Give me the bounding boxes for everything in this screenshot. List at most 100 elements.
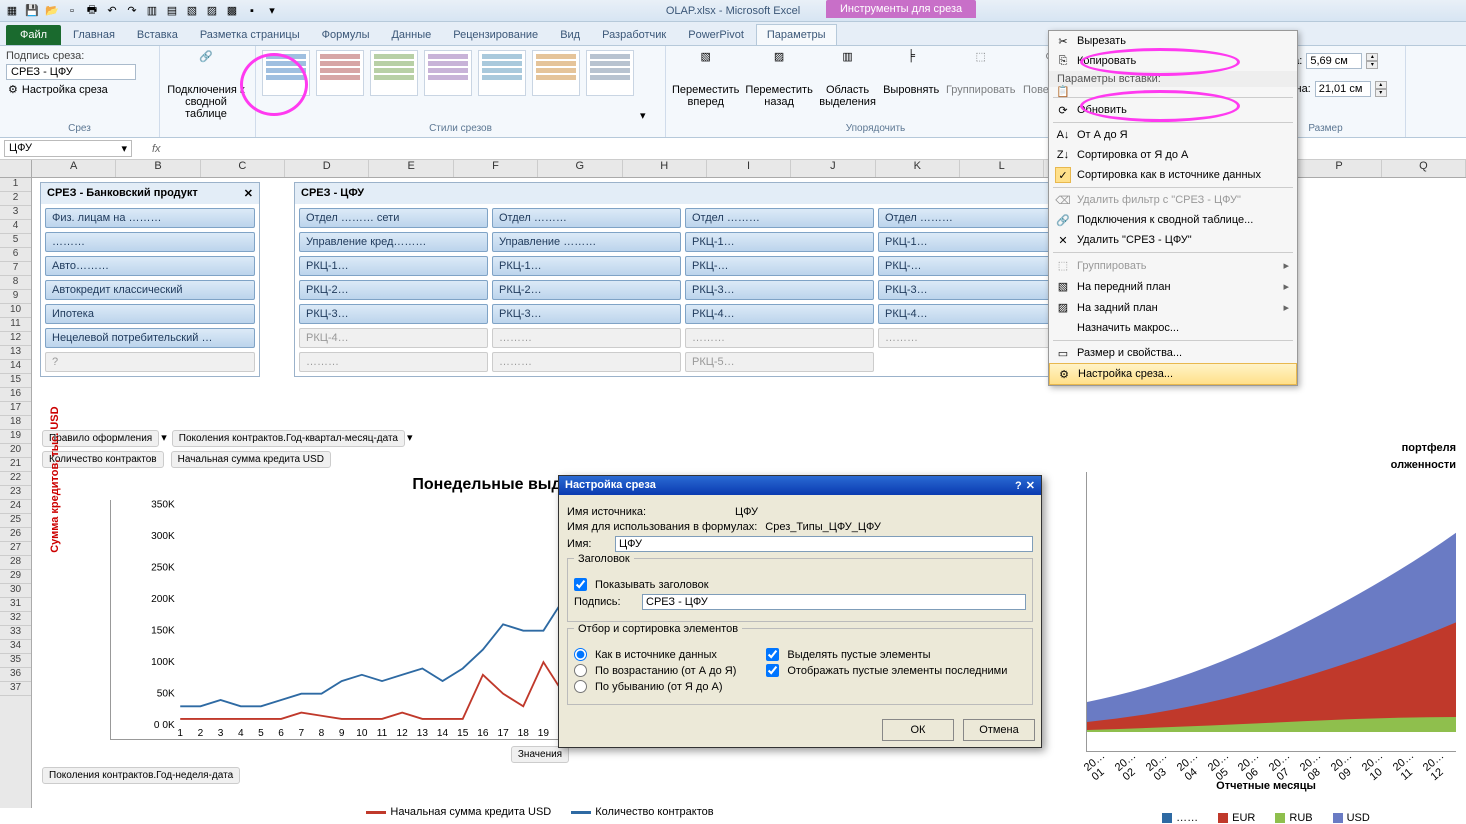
redo-icon[interactable]: ↷	[124, 3, 140, 19]
row-header[interactable]: 11	[0, 318, 31, 332]
spinner[interactable]: ▴▾	[1366, 53, 1378, 69]
sort-asc-radio[interactable]	[574, 664, 587, 677]
area-chart[interactable]: портфеля олженности 20…0120…0220…0320…04…	[1076, 438, 1456, 824]
slicer-item[interactable]: РКЦ-3…	[492, 304, 681, 324]
slicer-item[interactable]: РКЦ-2…	[299, 280, 488, 300]
open-icon[interactable]: 📂	[44, 3, 60, 19]
row-header[interactable]: 25	[0, 514, 31, 528]
tab-view[interactable]: Вид	[550, 25, 590, 45]
slicer-item[interactable]: ?	[45, 352, 255, 372]
row-header[interactable]: 10	[0, 304, 31, 318]
slicer-item[interactable]: Авто………	[45, 256, 255, 276]
slicer-item[interactable]: РКЦ-4…	[878, 304, 1067, 324]
qat-icon[interactable]: ▨	[204, 3, 220, 19]
slicer-item[interactable]: РКЦ-3…	[878, 280, 1067, 300]
slicer-item[interactable]: РКЦ-…	[685, 256, 874, 276]
row-header[interactable]: 18	[0, 416, 31, 430]
ctx-connections[interactable]: 🔗Подключения к сводной таблице...	[1049, 210, 1297, 230]
tab-developer[interactable]: Разработчик	[592, 25, 676, 45]
tab-formulas[interactable]: Формулы	[312, 25, 380, 45]
pivot-pill[interactable]: Поколения контрактов.Год-квартал-месяц-д…	[172, 430, 405, 447]
slicer-caption-input[interactable]: СРЕЗ - ЦФУ	[6, 64, 136, 80]
row-header[interactable]: 31	[0, 598, 31, 612]
slicer-item[interactable]: РКЦ-5…	[685, 352, 874, 372]
tab-insert[interactable]: Вставка	[127, 25, 188, 45]
column-header[interactable]: G	[538, 160, 622, 177]
column-header[interactable]: I	[707, 160, 791, 177]
row-header[interactable]: 33	[0, 626, 31, 640]
row-header[interactable]: 17	[0, 402, 31, 416]
slicer-settings-button[interactable]: ⚙Настройка среза	[6, 82, 110, 97]
spinner[interactable]: ▴▾	[1375, 81, 1387, 97]
slicer-item[interactable]: РКЦ-1…	[492, 256, 681, 276]
print-icon[interactable]: 🖶	[84, 3, 100, 19]
tab-review[interactable]: Рецензирование	[443, 25, 548, 45]
contextual-tab[interactable]: Инструменты для среза	[826, 0, 976, 18]
bring-forward-button[interactable]: ▧Переместить вперед	[672, 50, 739, 108]
group-button[interactable]: ⬚Группировать	[946, 50, 1016, 96]
row-header[interactable]: 21	[0, 458, 31, 472]
column-header[interactable]: D	[285, 160, 369, 177]
qat-icon[interactable]: ▩	[224, 3, 240, 19]
chevron-down-icon[interactable]: ▾	[121, 142, 127, 155]
caption-input[interactable]	[642, 594, 1026, 610]
slicer-item[interactable]: Отдел ………	[685, 208, 874, 228]
ctx-macro[interactable]: Назначить макрос...	[1049, 318, 1297, 338]
slicer-bank-product[interactable]: СРЕЗ - Банковский продукт✕ Физ. лицам на…	[40, 182, 260, 377]
ok-button[interactable]: ОК	[882, 719, 954, 741]
qat-icon[interactable]: ▪	[244, 3, 260, 19]
column-header[interactable]: P	[1297, 160, 1381, 177]
tab-data[interactable]: Данные	[381, 25, 441, 45]
slicer-item[interactable]: РКЦ-1…	[685, 232, 874, 252]
selection-pane-button[interactable]: ▥Область выделения	[819, 50, 877, 108]
slicer-item[interactable]: Физ. лицам на ………	[45, 208, 255, 228]
pivot-pill[interactable]: Начальная сумма кредита USD	[171, 451, 331, 468]
column-header[interactable]: Q	[1382, 160, 1466, 177]
row-header[interactable]: 26	[0, 528, 31, 542]
row-header[interactable]: 37	[0, 682, 31, 696]
slicer-item[interactable]: Нецелевой потребительский …	[45, 328, 255, 348]
slicer-item[interactable]: РКЦ-3…	[685, 280, 874, 300]
ctx-slicer-settings[interactable]: ⚙Настройка среза...	[1049, 363, 1297, 385]
slicer-style-thumb[interactable]	[424, 50, 472, 96]
slicer-item[interactable]: Отдел ………	[492, 208, 681, 228]
slicer-item[interactable]: РКЦ-…	[878, 256, 1067, 276]
row-header[interactable]: 28	[0, 556, 31, 570]
align-button[interactable]: ╞Выровнять	[882, 50, 940, 96]
slicer-item[interactable]: ………	[492, 328, 681, 348]
pivot-connections-button[interactable]: 🔗 Подключения к сводной таблице	[166, 50, 246, 120]
pivot-pill[interactable]: Поколения контрактов.Год-неделя-дата	[42, 767, 240, 784]
qat-icon[interactable]: ▥	[144, 3, 160, 19]
ctx-bring-front[interactable]: ▧На передний план▸	[1049, 276, 1297, 297]
slicer-item[interactable]: ………	[45, 232, 255, 252]
ctx-sort-source[interactable]: ✓Сортировка как в источнике данных	[1049, 165, 1297, 185]
slicer-style-thumb[interactable]	[478, 50, 526, 96]
slicer-style-thumb[interactable]	[586, 50, 634, 96]
send-back-button[interactable]: ▨Переместить назад	[745, 50, 812, 108]
size-height-input[interactable]	[1306, 53, 1362, 69]
highlight-empty-checkbox[interactable]	[766, 648, 779, 661]
row-header[interactable]: 4	[0, 220, 31, 234]
row-header[interactable]: 36	[0, 668, 31, 682]
column-header[interactable]: F	[454, 160, 538, 177]
styles-more-icon[interactable]: ▾	[640, 109, 646, 122]
column-header[interactable]: E	[369, 160, 453, 177]
slicer-item[interactable]: РКЦ-4…	[685, 304, 874, 324]
qat-more-icon[interactable]: ▾	[264, 3, 280, 19]
size-width-input[interactable]	[1315, 81, 1371, 97]
slicer-item[interactable]: Ипотека	[45, 304, 255, 324]
row-header[interactable]: 35	[0, 654, 31, 668]
row-header[interactable]: 32	[0, 612, 31, 626]
slicer-item[interactable]: Управление ………	[492, 232, 681, 252]
row-header[interactable]: 16	[0, 388, 31, 402]
slicer-item[interactable]: РКЦ-1…	[878, 232, 1067, 252]
row-header[interactable]: 13	[0, 346, 31, 360]
select-all[interactable]	[0, 160, 32, 177]
empty-last-checkbox[interactable]	[766, 664, 779, 677]
slicer-item[interactable]: Отдел ……… сети	[299, 208, 488, 228]
row-header[interactable]: 20	[0, 444, 31, 458]
row-header[interactable]: 29	[0, 570, 31, 584]
fx-icon[interactable]: fx	[152, 143, 161, 155]
qat-icon[interactable]: ▧	[184, 3, 200, 19]
filter-icon[interactable]: ▾	[407, 432, 413, 444]
